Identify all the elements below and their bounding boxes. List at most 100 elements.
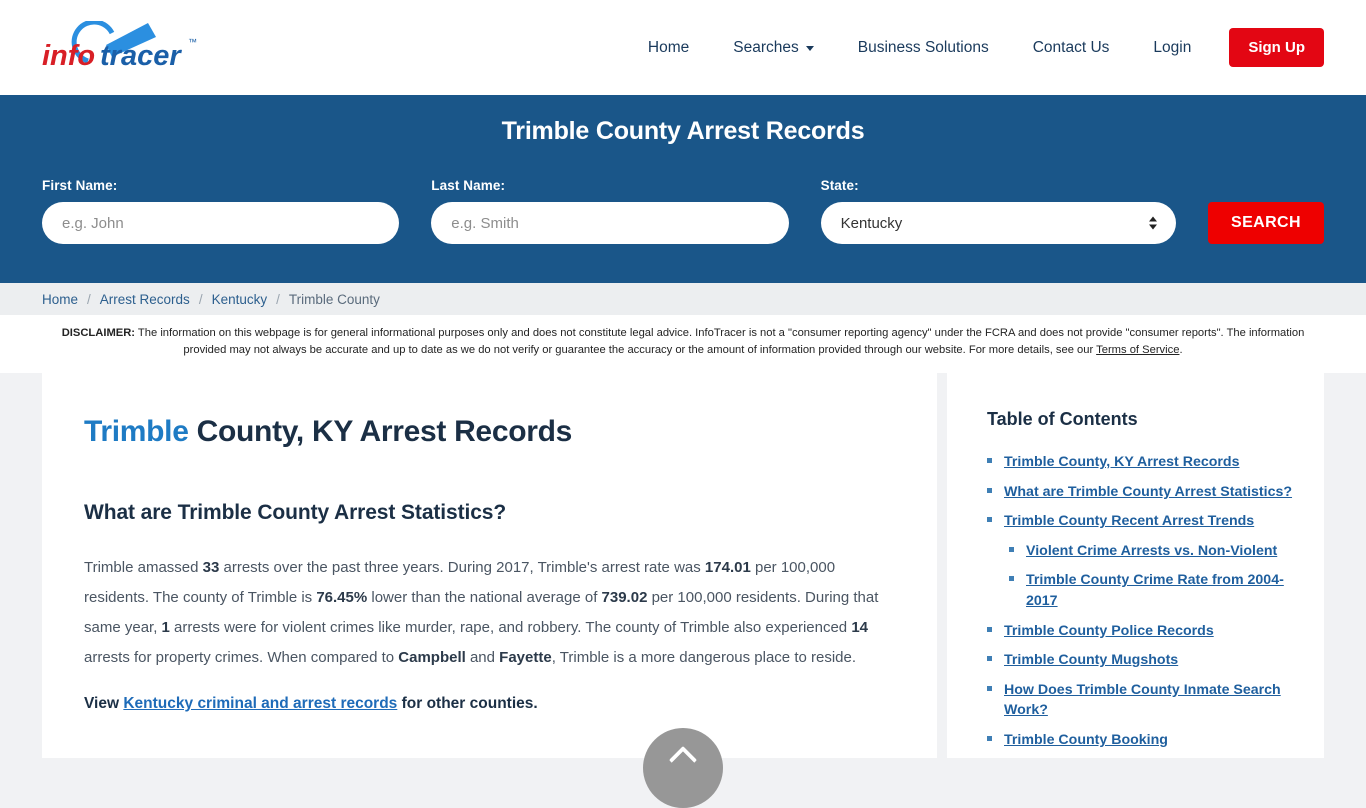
chevron-down-icon — [805, 46, 814, 51]
svg-text:info: info — [42, 40, 95, 72]
nav-label: Contact Us — [1032, 38, 1110, 56]
nav-label: Business Solutions — [857, 38, 989, 56]
breadcrumb-separator: / — [87, 291, 91, 307]
state-select[interactable]: Kentucky — [820, 202, 1176, 244]
toc-link[interactable]: Trimble County Crime Rate from 2004-2017 — [1026, 570, 1296, 611]
breadcrumb-item-kentucky[interactable]: Kentucky — [212, 292, 268, 307]
nav-label: Login — [1153, 38, 1192, 56]
disclaimer-period: . — [1179, 344, 1183, 357]
nav-item-searches[interactable]: Searches — [711, 39, 835, 57]
disclaimer-text: DISCLAIMER: The information on this webp… — [0, 315, 1366, 373]
stat-national-average: 739.02 — [601, 589, 648, 606]
state-label: State: — [820, 178, 859, 193]
bullet-square-icon — [987, 458, 992, 463]
toc-item-sub[interactable]: Violent Crime Arrests vs. Non-Violent — [987, 541, 1296, 562]
toc-link[interactable]: How Does Trimble County Inmate Search Wo… — [1004, 680, 1296, 721]
compare-county-2: Fayette — [499, 649, 552, 666]
toc-list: Trimble County, KY Arrest Records What a… — [987, 452, 1296, 758]
sign-up-button[interactable]: Sign Up — [1229, 28, 1324, 67]
breadcrumb-item-home[interactable]: Home — [42, 292, 78, 307]
last-name-input[interactable] — [431, 202, 789, 244]
toc-heading: Table of Contents — [987, 409, 1138, 429]
toc-item[interactable]: Trimble County Recent Arrest Trends — [987, 511, 1296, 532]
toc-link[interactable]: Trimble County, KY Arrest Records — [1004, 452, 1239, 473]
page-title-rest: County, KY Arrest Records — [188, 415, 573, 448]
nav-item-home[interactable]: Home — [626, 39, 711, 57]
stat-percent-lower: 76.45% — [316, 589, 368, 606]
column-gap — [937, 373, 947, 758]
terms-of-service-link[interactable]: Terms of Service — [1096, 344, 1179, 356]
toc-item[interactable]: How Does Trimble County Inmate Search Wo… — [987, 680, 1296, 721]
toc-link[interactable]: Trimble County Booking — [1004, 730, 1168, 751]
view-prefix: View — [84, 695, 124, 712]
state-group: State: Kentucky — [820, 178, 1176, 244]
toc-item[interactable]: Trimble County Booking — [987, 730, 1296, 751]
p-text: arrests were for violent crimes like mur… — [169, 619, 852, 636]
first-name-label: First Name: — [42, 178, 118, 193]
section-heading-arrest-statistics: What are Trimble County Arrest Statistic… — [84, 501, 507, 524]
toc-link[interactable]: Trimble County Police Records — [1004, 621, 1214, 642]
bullet-square-icon — [987, 487, 992, 493]
bullet-square-icon — [987, 735, 992, 741]
toc-item[interactable]: Trimble County Police Records — [987, 621, 1296, 642]
toc-link[interactable]: Trimble County Mugshots — [1004, 650, 1178, 671]
stat-violent-arrests: 1 — [161, 619, 170, 636]
breadcrumb-item-trimble-county: Trimble County — [288, 291, 380, 307]
p-text: , Trimble is a more dangerous place to r… — [551, 649, 857, 666]
nav-item-business-solutions[interactable]: Business Solutions — [836, 39, 1011, 57]
infotracer-logo[interactable]: info tracer ™ — [40, 17, 220, 79]
stat-arrest-rate: 174.01 — [704, 559, 751, 576]
svg-text:tracer: tracer — [100, 40, 182, 72]
toc-link[interactable]: Violent Crime Arrests vs. Non-Violent — [1026, 541, 1277, 562]
toc-item[interactable]: Trimble County Mugshots — [987, 650, 1296, 671]
view-other-counties-line: View Kentucky criminal and arrest record… — [84, 695, 893, 713]
toc-link[interactable]: Trimble County Recent Arrest Trends — [1004, 511, 1254, 532]
p-text: and — [465, 649, 500, 666]
breadcrumb-separator: / — [198, 291, 203, 307]
bullet-square-icon — [987, 685, 992, 691]
logo-graphic: info tracer ™ — [42, 20, 197, 72]
p-text: Trimble amassed — [84, 559, 203, 576]
nav-label: Home — [647, 38, 690, 56]
breadcrumb-separator: / — [276, 291, 280, 307]
state-select-wrap: Kentucky — [820, 202, 1176, 244]
stat-total-arrests: 33 — [202, 559, 220, 576]
stat-property-arrests: 14 — [851, 619, 868, 636]
main-content-card: Trimble County, KY Arrest Records What a… — [42, 373, 937, 758]
arrest-statistics-paragraph: Trimble amassed 33 arrests over the past… — [84, 553, 893, 673]
bullet-square-icon — [1009, 576, 1014, 582]
search-band: Trimble County Arrest Records First Name… — [0, 95, 1366, 283]
first-name-input[interactable] — [42, 202, 400, 244]
toc-item[interactable]: Trimble County, KY Arrest Records — [987, 452, 1296, 473]
nav-item-contact-us[interactable]: Contact Us — [1011, 39, 1132, 57]
scroll-to-top-button[interactable] — [643, 728, 723, 808]
page-banner-title: Trimble County Arrest Records — [501, 117, 865, 145]
kentucky-records-link[interactable]: Kentucky criminal and arrest records — [123, 695, 397, 712]
toc-item[interactable]: What are Trimble County Arrest Statistic… — [987, 482, 1296, 503]
breadcrumb-item-arrest-records[interactable]: Arrest Records — [100, 292, 190, 307]
view-suffix: for other counties. — [397, 695, 538, 712]
chevron-up-icon — [668, 745, 698, 775]
breadcrumb: Home / Arrest Records / Kentucky / Trimb… — [0, 283, 1366, 315]
p-text: arrests over the past three years. Durin… — [219, 559, 705, 576]
compare-county-1: Campbell — [398, 649, 466, 666]
p-text: arrests for property crimes. When compar… — [84, 649, 399, 666]
page-body: Trimble County, KY Arrest Records What a… — [0, 373, 1366, 758]
svg-text:™: ™ — [188, 37, 197, 47]
page-title: Trimble County, KY Arrest Records — [84, 415, 893, 449]
disclaimer-label: DISCLAIMER: — [61, 327, 136, 339]
site-header: info tracer ™ Home Searches Business Sol… — [0, 0, 1366, 95]
nav-label: Searches — [733, 38, 799, 56]
toc-item-sub[interactable]: Trimble County Crime Rate from 2004-2017 — [987, 570, 1296, 611]
search-form: First Name: Last Name: State: Kentucky S… — [42, 178, 1324, 244]
table-of-contents-card: Table of Contents Trimble County, KY Arr… — [947, 373, 1324, 758]
bullet-square-icon — [987, 656, 992, 662]
bullet-square-icon — [987, 517, 992, 523]
main-navigation: Home Searches Business Solutions Contact… — [626, 28, 1324, 67]
first-name-group: First Name: — [42, 178, 400, 244]
search-button[interactable]: SEARCH — [1208, 202, 1324, 244]
p-text: lower than the national average of — [367, 589, 602, 606]
toc-link[interactable]: What are Trimble County Arrest Statistic… — [1004, 482, 1292, 503]
nav-item-login[interactable]: Login — [1131, 39, 1213, 57]
bullet-square-icon — [1009, 546, 1014, 552]
